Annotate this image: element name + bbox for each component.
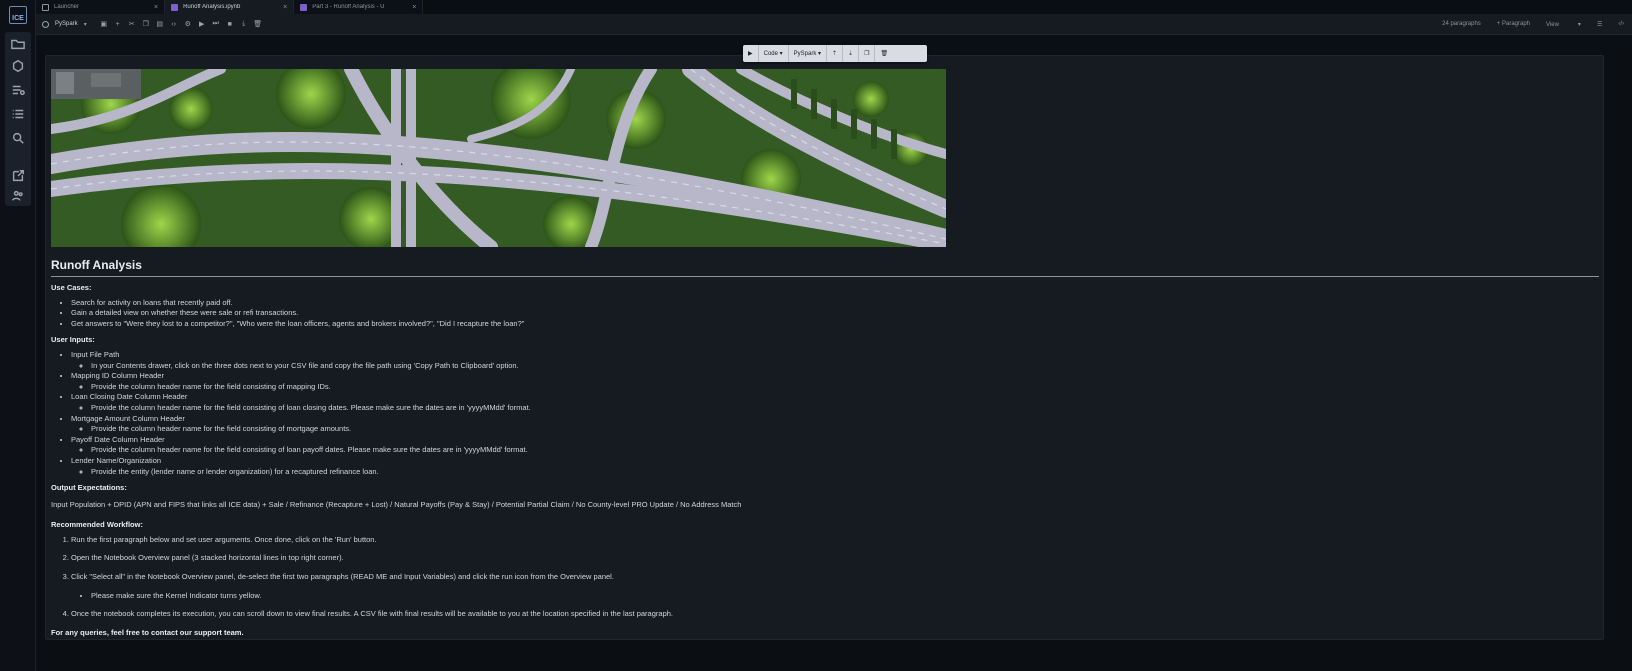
notebook-overview-icon[interactable]: ☰	[1597, 21, 1602, 28]
kernel-selector[interactable]: PySpark ▾	[42, 20, 87, 28]
tab-launcher[interactable]: Launcher ×	[36, 0, 166, 14]
cell-kernel-select[interactable]: PySpark ▾	[789, 45, 828, 62]
notebook-toolbar: PySpark ▾ ▣ + ✂ ❐ ▤ ‹› ⚙ ▶ ⏭ ■ ⤓ 🗑 24 pa…	[36, 14, 1632, 35]
list-item: Click "Select all" in the Notebook Overv…	[71, 572, 1599, 601]
run-cell-button[interactable]: ▶	[743, 45, 759, 62]
cell-kernel-label: PySpark	[793, 50, 817, 57]
user-inputs-heading: User Inputs:	[51, 335, 95, 345]
chevron-down-icon: ▾	[779, 51, 783, 57]
list-item-label: Payoff Date Column Header	[71, 434, 165, 444]
list-item: Gain a detailed view on whether these we…	[71, 308, 1599, 319]
list-item: Run the first paragraph below and set us…	[71, 535, 1599, 546]
list-item-label: Lender Name/Organization	[71, 455, 162, 465]
paragraph-count: 24 paragraphs	[1442, 21, 1481, 27]
list-item-label: Mortgage Amount Column Header	[71, 413, 185, 423]
list-item-text: Click "Select all" in the Notebook Overv…	[71, 572, 614, 582]
kernel-name: PySpark	[55, 21, 78, 27]
user-inputs-list: Input File Path In your Contents drawer,…	[51, 350, 1599, 477]
download-icon[interactable]: ⤓	[237, 17, 251, 31]
stop-icon[interactable]: ■	[223, 17, 237, 31]
move-down-icon[interactable]: ⇣	[843, 45, 860, 62]
copy-icon[interactable]: ❐	[139, 17, 153, 31]
launcher-icon	[42, 3, 49, 11]
insert-cell-icon[interactable]: +	[111, 17, 125, 31]
use-cases-heading: Use Cases:	[51, 283, 92, 292]
copy-cell-icon[interactable]: ❐	[859, 45, 876, 62]
running-kernels-icon[interactable]	[8, 80, 28, 100]
settings-icon[interactable]: ⚙	[181, 17, 195, 31]
list-item-label: Input File Path	[71, 349, 120, 359]
paste-icon[interactable]: ▤	[153, 17, 167, 31]
close-icon[interactable]: ×	[412, 4, 416, 11]
list-item: Input File Path In your Contents drawer,…	[71, 350, 1599, 371]
list-item: Mapping ID Column Header Provide the col…	[71, 371, 1599, 392]
list-item: Loan Closing Date Column Header Provide …	[71, 392, 1599, 413]
open-external-icon[interactable]	[8, 166, 28, 186]
view-menu[interactable]: View ▾	[1546, 21, 1581, 28]
move-up-icon[interactable]: ⇡	[827, 45, 844, 62]
list-item-detail: Provide the entity (lender name or lende…	[91, 467, 1599, 478]
list-item: Get answers to "Were they lost to a comp…	[71, 319, 1599, 330]
add-paragraph-button[interactable]: + Paragraph	[1497, 21, 1530, 27]
table-of-contents-icon[interactable]	[8, 104, 28, 124]
cut-icon[interactable]: ✂	[125, 17, 139, 31]
extensions-icon[interactable]	[8, 56, 28, 76]
notebook-icon	[300, 3, 308, 11]
list-item: Once the notebook completes its executio…	[71, 609, 1599, 620]
list-item-label: Mapping ID Column Header	[71, 371, 164, 381]
banner-image-aerial-highway	[51, 69, 946, 247]
view-menu-label: View	[1546, 21, 1559, 28]
list-item: Payoff Date Column Header Provide the co…	[71, 435, 1599, 456]
run-all-icon[interactable]: ⏭	[209, 17, 223, 31]
chevron-down-icon: ▾	[83, 21, 87, 28]
output-expectations-text: Input Population + DPID (APN and FIPS th…	[51, 499, 742, 509]
chevron-down-icon: ▾	[818, 51, 822, 57]
list-item: Lender Name/Organization Provide the ent…	[71, 456, 1599, 477]
close-icon[interactable]: ×	[154, 4, 158, 11]
code-icon[interactable]: ‹›	[167, 17, 181, 31]
activity-bar: ICE	[0, 0, 36, 671]
save-icon[interactable]: ▣	[97, 17, 111, 31]
list-item-detail: Provide the column header name for the f…	[91, 424, 1599, 435]
page-title: Runoff Analysis	[51, 258, 142, 272]
cell-type-select[interactable]: Code ▾	[759, 45, 789, 62]
list-item: Search for activity on loans that recent…	[71, 298, 1599, 309]
list-item-detail: Please make sure the Kernel Indicator tu…	[91, 591, 1599, 602]
recommended-workflow-heading: Recommended Workflow:	[51, 520, 143, 530]
users-icon[interactable]	[8, 186, 28, 206]
list-item-detail: Provide the column header name for the f…	[91, 445, 1599, 456]
list-item-detail: In your Contents drawer, click on the th…	[91, 361, 1599, 372]
list-item: Open the Notebook Overview panel (3 stac…	[71, 553, 1599, 564]
delete-icon[interactable]: 🗑	[251, 17, 265, 31]
chevron-down-icon: ▾	[1577, 21, 1581, 28]
tab-label: Part 3 - Runoff Analysis - U	[312, 4, 385, 10]
code-toggle-icon[interactable]: ‹/›	[1618, 21, 1624, 27]
tab-label: Runoff Analysis.ipynb	[183, 4, 241, 10]
output-expectations-heading: Output Expectations:	[51, 483, 127, 493]
cell-type-label: Code	[763, 50, 778, 57]
notebook-icon	[171, 3, 179, 11]
delete-cell-icon[interactable]: 🗑	[875, 45, 893, 62]
search-icon[interactable]	[8, 128, 28, 148]
cell-toolbar: ▶ Code ▾ PySpark ▾ ⇡ ⇣ ❐ 🗑	[743, 45, 927, 62]
tab-runoff-analysis[interactable]: Runoff Analysis.ipynb ×	[165, 0, 295, 14]
list-item: Mortgage Amount Column Header Provide th…	[71, 414, 1599, 435]
support-note: For any queries, feel free to contact ou…	[51, 627, 244, 637]
run-icon: ▶	[748, 51, 753, 57]
list-item-label: Loan Closing Date Column Header	[71, 392, 188, 402]
tab-bar: Launcher × Runoff Analysis.ipynb × Part …	[36, 0, 1632, 14]
app-logo: ICE	[9, 6, 27, 24]
tab-label: Launcher	[54, 4, 80, 10]
list-item-detail: Provide the column header name for the f…	[91, 403, 1599, 414]
markdown-content: Runoff Analysis Use Cases: Search for ac…	[51, 257, 1599, 638]
title-divider	[51, 276, 1599, 277]
folder-icon[interactable]	[8, 34, 28, 54]
kernel-status-icon	[42, 20, 49, 28]
tab-part3-runoff[interactable]: Part 3 - Runoff Analysis - U ×	[294, 0, 424, 14]
workflow-list: Run the first paragraph below and set us…	[51, 535, 1599, 620]
use-cases-list: Search for activity on loans that recent…	[51, 298, 1599, 330]
run-icon[interactable]: ▶	[195, 17, 209, 31]
close-icon[interactable]: ×	[283, 4, 287, 11]
list-item-detail: Provide the column header name for the f…	[91, 382, 1599, 393]
